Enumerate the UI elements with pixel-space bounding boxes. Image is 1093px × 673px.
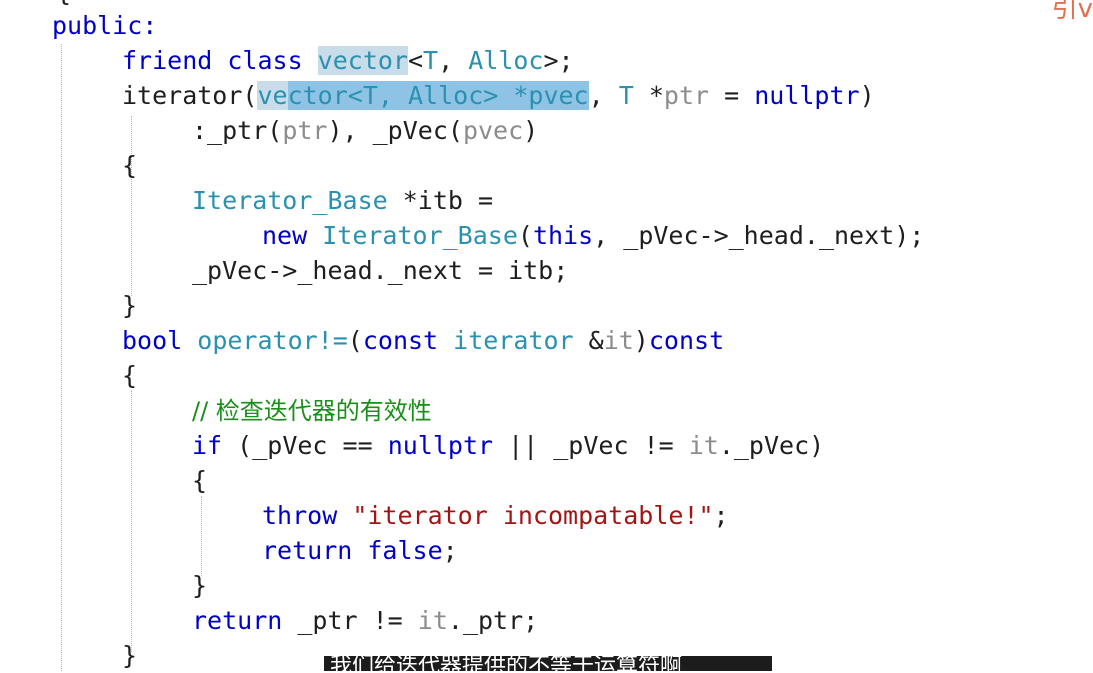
code-token: this	[532, 221, 594, 250]
code-line: // 检查迭代器的有效性	[192, 393, 432, 428]
code-editor[interactable]: { 引v public:friend class vector<T, Alloc…	[0, 0, 1093, 671]
code-token: {	[192, 466, 208, 495]
code-token: ptr	[282, 116, 328, 145]
code-token: }	[122, 641, 138, 670]
code-token: =	[709, 81, 755, 110]
code-line: public:	[52, 8, 157, 43]
code-line: {	[122, 148, 137, 183]
code-token: }	[192, 571, 208, 600]
code-token: vector	[317, 46, 408, 75]
code-token: ctor<T, Alloc> *pvec	[287, 81, 589, 110]
code-line: return _ptr != it._ptr;	[192, 603, 538, 638]
code-token: *itb =	[387, 186, 494, 215]
code-line: bool operator!=(const iterator &it)const	[122, 323, 724, 358]
code-token: it	[603, 326, 634, 355]
code-token: pvec	[462, 116, 524, 145]
code-token: throw	[262, 501, 353, 530]
code-token: )	[859, 81, 875, 110]
code-token: return false	[262, 536, 443, 565]
code-token: "iterator incompatable!"	[352, 501, 714, 530]
code-token: bool	[122, 326, 198, 355]
code-token: Iterator_Base	[322, 221, 518, 250]
indent-guide	[131, 390, 132, 652]
code-token: :_ptr(	[192, 116, 283, 145]
top-brace: {	[56, 0, 71, 7]
code-token: T	[618, 81, 634, 110]
code-token: ,	[588, 81, 619, 110]
code-token: <	[407, 46, 424, 75]
code-line: _pVec->_head._next = itb;	[192, 253, 568, 288]
code-token: public:	[52, 11, 158, 40]
code-line: new Iterator_Base(this, _pVec->_head._ne…	[262, 218, 924, 253]
code-line: iterator(vector<T, Alloc> *pvec, T *ptr …	[122, 78, 875, 113]
code-token: || _pVec !=	[493, 431, 689, 460]
corner-annotation: 引v	[1051, 0, 1093, 24]
code-token: ;	[442, 536, 458, 565]
code-token: friend class	[122, 46, 318, 75]
code-line: if (_pVec == nullptr || _pVec != it._pVe…	[192, 428, 824, 463]
code-token: T	[423, 46, 439, 75]
code-line: friend class vector<T, Alloc>;	[122, 43, 574, 78]
code-token: _ptr !=	[297, 606, 418, 635]
indent-guide	[61, 44, 62, 671]
code-line: return false;	[262, 533, 458, 568]
code-token: Iterator_Base	[192, 186, 388, 215]
code-token: // 检查迭代器的有效性	[192, 397, 432, 425]
code-token: const	[362, 326, 454, 355]
code-token: iterator	[453, 326, 574, 355]
code-token: (	[347, 326, 363, 355]
code-token: Alloc	[468, 46, 544, 75]
code-token: ve	[257, 81, 288, 110]
code-token: return	[192, 606, 298, 635]
code-token: ,	[438, 46, 469, 75]
code-token: (	[517, 221, 533, 250]
code-token: new	[262, 221, 323, 250]
code-token: {	[122, 361, 138, 390]
code-token: ._pVec)	[718, 431, 825, 460]
code-token: iterator(	[122, 81, 258, 110]
code-token: it	[417, 606, 448, 635]
code-token: (_pVec ==	[222, 431, 388, 460]
code-token: ._ptr;	[447, 606, 539, 635]
code-line: }	[122, 638, 137, 673]
code-line: Iterator_Base *itb =	[192, 183, 493, 218]
indent-guide	[131, 116, 132, 296]
code-token: >;	[543, 46, 574, 75]
code-token: operator!=	[197, 326, 348, 355]
code-token: _pVec->_head._next = itb;	[192, 256, 569, 285]
code-line: {	[192, 463, 207, 498]
code-token: {	[122, 151, 138, 180]
code-line: }	[192, 568, 207, 603]
code-token: const	[648, 326, 725, 355]
code-token: if	[192, 431, 223, 460]
code-token: ptr	[663, 81, 710, 110]
code-line: :_ptr(ptr), _pVec(pvec)	[192, 113, 538, 148]
code-token: }	[122, 291, 138, 320]
code-token: )	[523, 116, 539, 145]
video-subtitle: 我们给迭代器提供的不等于运算符啊	[324, 656, 772, 671]
code-line: throw "iterator incompatable!";	[262, 498, 729, 533]
code-token: )	[633, 326, 649, 355]
code-token: ;	[713, 501, 729, 530]
code-line: {	[122, 358, 137, 393]
code-token: , _pVec->_head._next);	[593, 221, 925, 250]
code-token: *	[633, 81, 664, 110]
code-token: nullptr	[754, 81, 860, 110]
code-token: &	[573, 326, 604, 355]
code-token: nullptr	[387, 431, 494, 460]
code-token: it	[688, 431, 719, 460]
indent-guide	[201, 496, 202, 576]
code-line: }	[122, 288, 137, 323]
code-token: ), _pVec(	[327, 116, 463, 145]
